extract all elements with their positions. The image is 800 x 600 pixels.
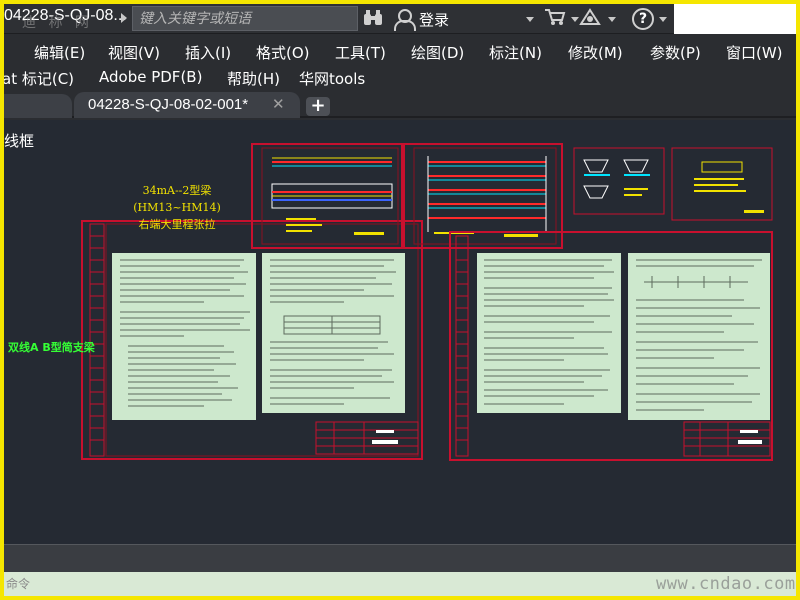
menu-item-edit[interactable]: 编辑(E) — [34, 42, 85, 63]
menu-item-format[interactable]: 格式(O) — [256, 42, 310, 63]
menu-item-modify[interactable]: 修改(M) — [568, 42, 623, 63]
side-annotation-label: 双线A B型简支梁 — [8, 341, 95, 354]
expand-arrow-icon[interactable] — [121, 13, 127, 23]
exchange-dropdown-icon[interactable] — [608, 17, 616, 22]
close-icon[interactable]: ✕ — [272, 95, 285, 113]
exchange-icon[interactable] — [579, 8, 601, 31]
cart-icon[interactable] — [544, 8, 566, 31]
drawing-title-line-2: 右端大里程张拉 — [138, 218, 216, 231]
viewport-style-label[interactable]: 线框 — [4, 130, 34, 151]
menu-item-insert[interactable]: 插入(I) — [185, 42, 231, 63]
binoculars-icon[interactable] — [363, 9, 383, 31]
window-control-area[interactable] — [674, 4, 796, 34]
menu-item-window[interactable]: 窗口(W) — [726, 42, 783, 63]
menu-item-draw[interactable]: 绘图(D) — [411, 42, 464, 63]
menu-item-markup[interactable]: at 标记(C) — [4, 68, 74, 89]
title-bar: 04228-S-QJ-08... 迪 称 网 登录 — [4, 4, 796, 34]
drawing-title-line-1: 34mA--2型梁(HM13~HM14) — [133, 184, 221, 214]
drawing-canvas[interactable]: 线框 34mA--2型梁(HM13~HM14) 右端大里程张拉 双线A B型简支… — [4, 120, 796, 544]
cart-dropdown-icon[interactable] — [571, 17, 579, 22]
command-input[interactable] — [4, 574, 564, 594]
menu-item-huawang-tools[interactable]: 华网tools — [299, 68, 365, 89]
right-sheet-group — [449, 231, 773, 461]
tab-previous[interactable] — [4, 94, 72, 118]
tab-active-document[interactable]: 04228-S-QJ-08-02-001* ✕ — [74, 92, 300, 118]
tab-label: 04228-S-QJ-08-02-001* — [88, 96, 249, 113]
command-line[interactable]: www.cndao.com — [4, 572, 796, 596]
login-dropdown-icon[interactable] — [526, 17, 534, 22]
app-window: 04228-S-QJ-08... 迪 称 网 登录 — [4, 4, 796, 596]
user-icon[interactable] — [393, 8, 416, 31]
menu-item-parametric[interactable]: 参数(P) — [650, 42, 701, 63]
login-button[interactable]: 登录 — [419, 9, 449, 30]
search-input[interactable] — [133, 7, 357, 30]
drawing-title-text: 34mA--2型梁(HM13~HM14) 右端大里程张拉 — [114, 182, 240, 233]
menu-item-help[interactable]: 帮助(H) — [227, 68, 280, 89]
help-dropdown-icon[interactable] — [659, 17, 667, 22]
menu-item-view[interactable]: 视图(V) — [108, 42, 160, 63]
layout-strip — [4, 544, 796, 572]
new-tab-button[interactable]: + — [306, 97, 330, 116]
menu-item-tools[interactable]: 工具(T) — [335, 42, 386, 63]
menu-item-dimension[interactable]: 标注(N) — [489, 42, 542, 63]
menu-item-adobe-pdf[interactable]: Adobe PDF(B) — [99, 68, 202, 86]
watermark-text: 迪 称 网 — [22, 15, 93, 31]
left-sheet-group — [81, 220, 423, 460]
help-icon[interactable]: ? — [632, 8, 654, 30]
menu-bar: ) 编辑(E) 视图(V) 插入(I) 格式(O) 工具(T) 绘图(D) 标注… — [4, 34, 796, 89]
document-tab-bar: 04228-S-QJ-08-02-001* ✕ + — [4, 88, 796, 118]
watermark-url: www.cndao.com — [656, 574, 796, 594]
search-box[interactable] — [132, 6, 358, 31]
